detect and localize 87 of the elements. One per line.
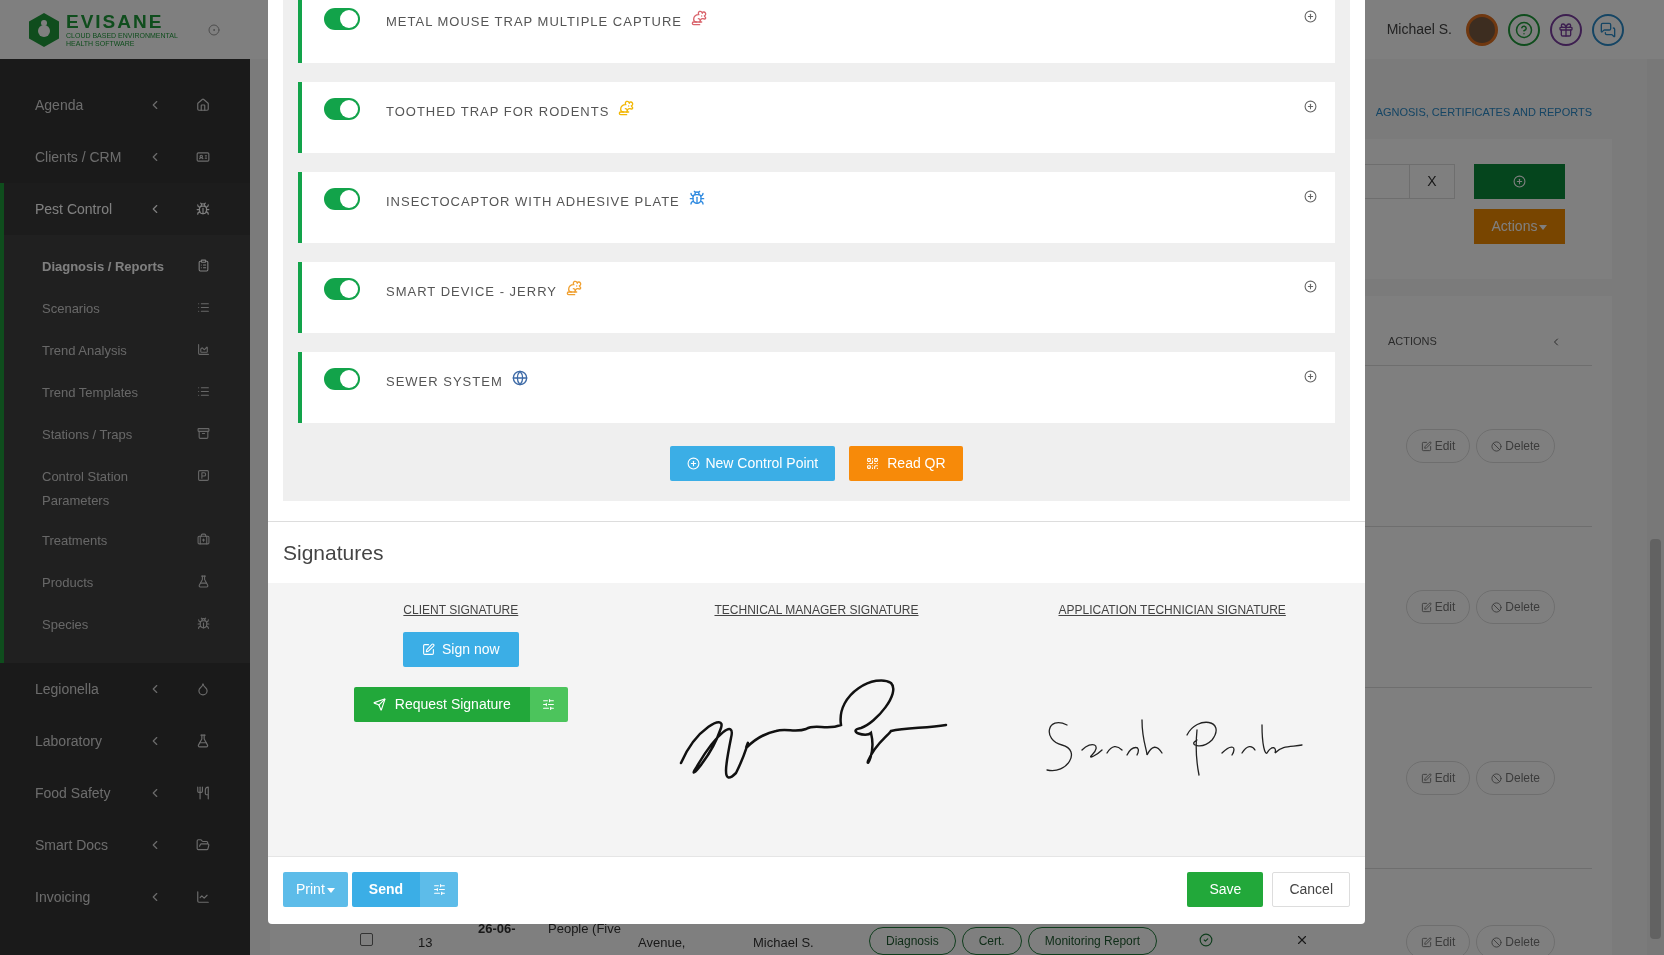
edit-icon [1420, 440, 1432, 452]
control-point-card[interactable]: INSECTOCAPTOR WITH ADHESIVE PLATE [298, 172, 1335, 243]
toggle-switch[interactable] [324, 98, 360, 120]
control-point-name: INSECTOCAPTOR WITH ADHESIVE PLATE [386, 193, 680, 211]
ban-icon [1491, 936, 1503, 948]
toggle-switch[interactable] [324, 8, 360, 30]
breadcrumb[interactable]: AGNOSIS, CERTIFICATES AND REPORTS [1375, 104, 1592, 139]
sidebar-item[interactable]: Agenda [4, 79, 250, 131]
sidebar-item[interactable]: Legionella [4, 663, 250, 715]
edit-icon [422, 643, 436, 656]
send-button[interactable]: Send [351, 872, 421, 907]
submenu-item[interactable]: Scenarios [4, 291, 250, 333]
table-cell-text: People (Five [548, 920, 622, 938]
expand-icon[interactable] [1304, 10, 1317, 23]
caret-icon [1539, 224, 1548, 230]
new-control-point-button[interactable]: New Control Point [670, 446, 836, 481]
plus-icon [1513, 175, 1526, 188]
sign-now-button[interactable]: Sign now [403, 632, 519, 667]
sidebar-item[interactable]: Invoicing [4, 871, 250, 923]
clear-button[interactable]: X [1409, 164, 1455, 199]
logo-icon [28, 12, 60, 47]
scrollbar[interactable] [1647, 59, 1664, 955]
expand-icon[interactable] [1304, 370, 1317, 383]
sidebar-item[interactable]: Food Safety [4, 767, 250, 819]
signature-label: TECHNICAL MANAGER SIGNATURE [714, 602, 919, 619]
help-icon[interactable] [1508, 13, 1540, 46]
toggle-switch[interactable] [324, 278, 360, 300]
print-button[interactable]: Print [283, 872, 348, 907]
toggle-switch[interactable] [324, 188, 360, 210]
sliders-icon [432, 883, 446, 896]
sidebar-item[interactable]: Laboratory [4, 715, 250, 767]
caret-icon [326, 887, 335, 893]
submenu-item[interactable]: Diagnosis / Reports [4, 249, 250, 291]
submenu-item[interactable]: Products [4, 565, 250, 607]
check-icon [1199, 933, 1214, 947]
signature-label: APPLICATION TECHNICIAN SIGNATURE [1058, 602, 1286, 619]
ban-icon [1491, 601, 1503, 613]
avatar[interactable] [1466, 13, 1498, 46]
edit-icon [1420, 936, 1432, 948]
submenu-item[interactable]: Trend Analysis [4, 333, 250, 375]
options-button[interactable] [420, 872, 459, 907]
row-checkbox[interactable] [360, 933, 373, 946]
expand-icon[interactable] [1304, 190, 1317, 203]
submenu-item[interactable]: Species [4, 607, 250, 649]
control-point-name: SEWER SYSTEM [386, 373, 503, 391]
read-qr-button[interactable]: Read QR [849, 446, 963, 481]
control-point-name: METAL MOUSE TRAP MULTIPLE CAPTURE [386, 13, 682, 31]
cancel-button[interactable]: Cancel [1272, 872, 1350, 907]
control-point-card[interactable]: METAL MOUSE TRAP MULTIPLE CAPTURE [298, 0, 1335, 63]
expand-icon[interactable] [1304, 100, 1317, 113]
submenu-item[interactable]: Stations / Traps [4, 417, 250, 459]
table-cell-text: 26-06- [478, 920, 517, 938]
ban-icon [1491, 772, 1503, 784]
submenu-item[interactable]: Trend Templates [4, 375, 250, 417]
brand-name: EVISANE [66, 11, 165, 31]
control-point-name: TOOTHED TRAP FOR RODENTS [386, 103, 610, 121]
section-title: Signatures [283, 539, 384, 566]
control-point-card[interactable]: SMART DEVICE - JERRY [298, 262, 1335, 333]
send-icon [372, 698, 386, 711]
submenu-item[interactable]: Treatments [4, 523, 250, 565]
control-point-card[interactable]: TOOTHED TRAP FOR RODENTS [298, 82, 1335, 153]
save-button[interactable]: Save [1187, 872, 1264, 907]
column-header[interactable]: ACTIONS [1388, 333, 1528, 350]
qr-code-icon [866, 457, 880, 470]
chat-icon[interactable] [1592, 13, 1624, 46]
actions-button[interactable]: Actions [1474, 209, 1565, 244]
signature-label: CLIENT SIGNATURE [403, 602, 519, 619]
control-point-name: SMART DEVICE - JERRY [386, 283, 557, 301]
target-icon[interactable] [208, 23, 220, 36]
sidebar-item[interactable]: Clients / CRM [4, 131, 250, 183]
submenu-item[interactable]: Control Station Parameters [4, 459, 250, 523]
ban-icon [1491, 440, 1503, 452]
expand-icon[interactable] [1304, 280, 1317, 293]
toggle-switch[interactable] [324, 368, 360, 390]
control-point-card[interactable]: SEWER SYSTEM [298, 352, 1335, 423]
table-cell-text: Avenue, [638, 934, 687, 952]
sidebar-item[interactable]: Smart Docs [4, 819, 250, 871]
gift-icon[interactable] [1550, 13, 1582, 46]
edit-icon [1420, 772, 1432, 784]
sliders-icon [542, 698, 556, 711]
options-button[interactable] [529, 687, 568, 722]
table-cell-text: Michael S. [753, 934, 815, 952]
plus-icon [687, 457, 701, 470]
edit-icon [1420, 601, 1432, 613]
request-signature-button[interactable]: Request Signature [353, 687, 530, 722]
table-cell-text: 13 [418, 934, 434, 952]
user-name[interactable]: Michael S. [1386, 19, 1452, 40]
